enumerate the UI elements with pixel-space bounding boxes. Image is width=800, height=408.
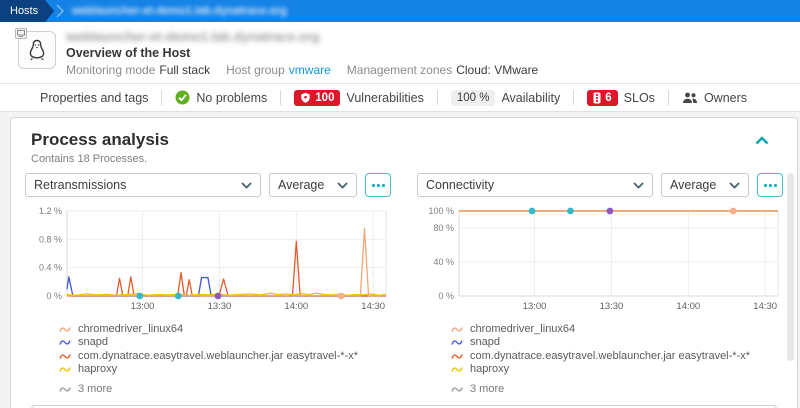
traffic-light-icon [593, 92, 601, 104]
divider [668, 90, 669, 105]
tab-owners[interactable]: Owners [682, 91, 747, 105]
svg-text:13:00: 13:00 [131, 301, 155, 312]
series-wave-icon [59, 352, 71, 360]
tab-slos[interactable]: 6 SLOs [587, 90, 655, 106]
series-wave-icon [451, 385, 463, 393]
legend-item[interactable]: chromedriver_linux64 [451, 322, 783, 336]
check-circle-icon [175, 90, 190, 105]
linux-host-icon [18, 31, 56, 69]
divider [280, 90, 281, 105]
divider [573, 90, 574, 105]
host-tab-bar: Properties and tags No problems 100 Vuln… [0, 84, 800, 112]
vertical-scrollbar[interactable] [787, 173, 794, 361]
metric-select-connectivity[interactable]: Connectivity [417, 173, 653, 197]
panel-retransmissions: Retransmissions Average 13:0013:3014:001… [25, 173, 391, 396]
meta-monitoring-mode: Monitoring modeFull stack [66, 63, 210, 77]
chevron-up-icon [755, 136, 769, 145]
collapse-section-button[interactable] [755, 132, 769, 150]
more-options-button[interactable] [757, 173, 783, 197]
retransmissions-chart[interactable]: 13:00 13:30 14:00 14:30 0 % 0.4 % 0.8 % 1.2 % [25, 206, 391, 312]
tab-no-problems[interactable]: No problems [175, 90, 267, 105]
breadcrumb: Hosts weblauncher-et-demo1.lab.dynatrace… [0, 0, 800, 22]
aggregation-select[interactable]: Average [661, 173, 749, 197]
process-analysis-card: Process analysis Contains 18 Processes. … [10, 117, 798, 408]
host-meta: Monitoring modeFull stack Host groupvmwa… [66, 63, 538, 77]
metric-select-retransmissions[interactable]: Retransmissions [25, 173, 261, 197]
tab-properties-and-tags[interactable]: Properties and tags [40, 91, 148, 105]
availability-badge: 100 % [451, 90, 496, 106]
series-wave-icon [451, 325, 463, 333]
svg-text:13:30: 13:30 [208, 301, 232, 312]
chevron-down-icon [337, 182, 348, 189]
page-title: Overview of the Host [66, 46, 538, 60]
chart-panels: Retransmissions Average 13:0013:3014:001… [25, 173, 783, 396]
svg-text:0 %: 0 % [46, 291, 62, 301]
tab-availability[interactable]: 100 % Availability [451, 90, 560, 106]
breadcrumb-current-host[interactable]: weblauncher-et-demo1.lab.dynatrace.org [72, 0, 287, 22]
monitor-badge-icon [15, 28, 27, 39]
svg-text:0.8 %: 0.8 % [39, 234, 62, 244]
slos-badge: 6 [587, 90, 617, 106]
legend-item[interactable]: snapd [59, 336, 391, 350]
breadcrumb-hosts[interactable]: Hosts [0, 0, 54, 22]
svg-text:0.4 %: 0.4 % [39, 263, 62, 273]
svg-text:13:00: 13:00 [523, 301, 547, 312]
svg-text:13:30: 13:30 [600, 301, 624, 312]
legend-more-item[interactable]: 3 more [451, 382, 783, 396]
svg-text:14:00: 14:00 [676, 301, 700, 312]
section-subtitle: Contains 18 Processes. [25, 153, 783, 165]
legend-item[interactable]: snapd [451, 336, 783, 350]
svg-text:40 %: 40 % [433, 257, 454, 267]
series-wave-icon [59, 385, 71, 393]
breadcrumb-hosts-label: Hosts [10, 5, 38, 17]
host-name: weblauncher-et-demo1.lab.dynatrace.org [66, 29, 538, 44]
filter-bar [31, 405, 777, 408]
svg-text:1.2 %: 1.2 % [39, 206, 62, 216]
svg-text:14:30: 14:30 [361, 301, 385, 312]
vulnerabilities-badge: 100 [294, 90, 340, 106]
chart-svg: 13:00 13:30 14:00 14:30 0 % 40 % 80 % 100 % [417, 206, 783, 312]
tux-penguin-icon [26, 38, 48, 62]
divider [161, 90, 162, 105]
aggregation-select[interactable]: Average [269, 173, 357, 197]
chart-svg: 13:00 13:30 14:00 14:30 0 % 0.4 % 0.8 % 1.2 % [25, 206, 391, 312]
svg-text:14:00: 14:00 [284, 301, 308, 312]
series-wave-icon [59, 365, 71, 373]
series-wave-icon [451, 352, 463, 360]
host-header: weblauncher-et-demo1.lab.dynatrace.org O… [0, 22, 800, 84]
meta-host-group: Host groupvmware [226, 63, 331, 77]
chevron-right-icon [56, 0, 64, 22]
chart-legend: chromedriver_linux64snapdcom.dynatrace.e… [25, 322, 391, 396]
svg-text:0 %: 0 % [438, 291, 454, 301]
chevron-down-icon [633, 182, 644, 189]
legend-item[interactable]: chromedriver_linux64 [59, 322, 391, 336]
host-group-link[interactable]: vmware [289, 63, 331, 77]
chevron-down-icon [241, 182, 252, 189]
series-wave-icon [451, 338, 463, 346]
connectivity-chart[interactable]: 13:00 13:30 14:00 14:30 0 % 40 % 80 % 100 % [417, 206, 783, 312]
svg-text:80 %: 80 % [433, 223, 454, 233]
more-options-button[interactable] [365, 173, 391, 197]
svg-text:14:30: 14:30 [753, 301, 777, 312]
legend-more-item[interactable]: 3 more [59, 382, 391, 396]
chart-legend: chromedriver_linux64snapdcom.dynatrace.e… [417, 322, 783, 396]
legend-item[interactable]: com.dynatrace.easytravel.weblauncher.jar… [451, 349, 783, 363]
panel-connectivity: Connectivity Average 13:00 13:30 14:00 14:3… [417, 173, 783, 396]
divider [437, 90, 438, 105]
legend-item[interactable]: haproxy [451, 363, 783, 377]
legend-item[interactable]: com.dynatrace.easytravel.weblauncher.jar… [59, 349, 391, 363]
section-title: Process analysis [25, 130, 783, 150]
chevron-down-icon [729, 182, 740, 189]
legend-item[interactable]: haproxy [59, 363, 391, 377]
meta-management-zones: Management zonesCloud: VMware [347, 63, 538, 77]
people-icon [682, 92, 698, 104]
shield-icon [300, 92, 311, 104]
series-wave-icon [59, 338, 71, 346]
content-area: Process analysis Contains 18 Processes. … [0, 112, 800, 408]
series-wave-icon [451, 365, 463, 373]
svg-text:100 %: 100 % [428, 206, 454, 216]
series-wave-icon [59, 325, 71, 333]
tab-vulnerabilities[interactable]: 100 Vulnerabilities [294, 90, 424, 106]
